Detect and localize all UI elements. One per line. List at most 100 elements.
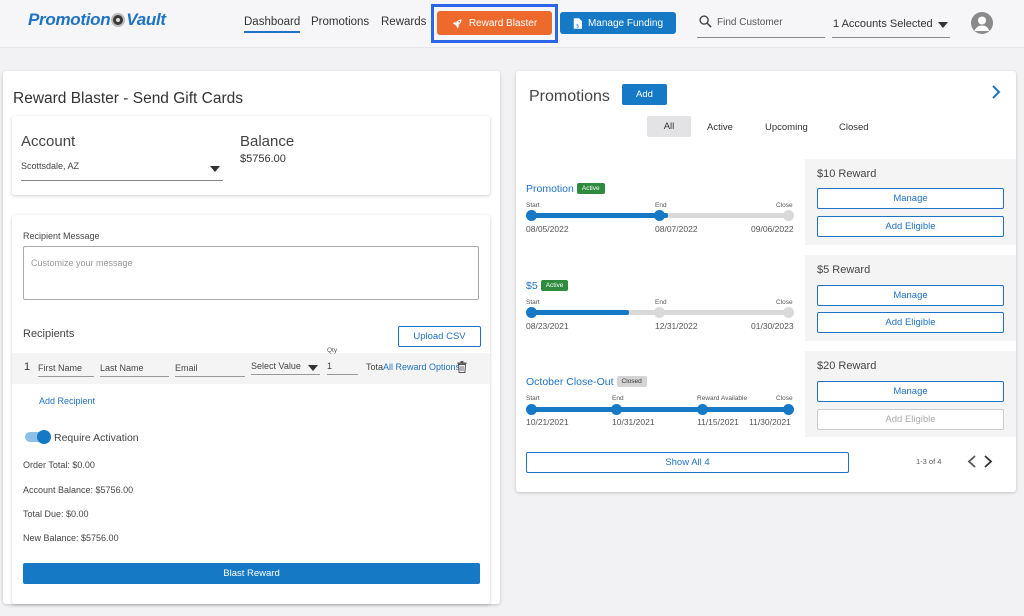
timeline-progress (531, 310, 629, 315)
reward-panel: $20 Reward Manage Add Eligible (805, 351, 1016, 437)
timeline-dot-start (526, 210, 537, 221)
logo-text-left: Promotion (28, 10, 111, 29)
blast-reward-button[interactable]: Blast Reward (23, 563, 480, 584)
manage-button[interactable]: Manage (817, 381, 1004, 402)
trash-icon[interactable] (457, 361, 467, 373)
find-customer-input[interactable] (717, 17, 822, 28)
email-input[interactable]: Email (175, 363, 245, 377)
add-eligible-button[interactable]: Add Eligible (817, 312, 1004, 333)
start-label: Start (526, 202, 540, 209)
accounts-dropdown[interactable]: 1 Accounts Selected (832, 12, 950, 38)
logo[interactable]: Promotion Vault (28, 10, 166, 30)
nav-dashboard[interactable]: Dashboard (244, 16, 301, 33)
end-label: End (655, 202, 667, 209)
reward-value-select[interactable]: Select Value (251, 361, 320, 375)
reward-available-label: Reward Available (697, 395, 748, 402)
new-balance: New Balance: $5756.00 (23, 533, 119, 543)
timeline-dot-close (783, 307, 794, 318)
reward-title: $10 Reward (817, 168, 877, 180)
promotion-name-link[interactable]: Promotion (526, 183, 574, 195)
nav-rewards[interactable]: Rewards (381, 16, 426, 28)
start-date: 08/23/2021 (526, 321, 569, 331)
end-label: End (655, 299, 667, 306)
all-reward-options-link[interactable]: All Reward Options (383, 362, 461, 372)
tab-active[interactable]: Active (707, 122, 733, 133)
tab-upcoming[interactable]: Upcoming (765, 122, 808, 133)
reward-panel: $5 Reward Manage Add Eligible (805, 255, 1016, 341)
qty-label: Qty (327, 347, 338, 354)
document-dollar-icon: $ (573, 17, 582, 29)
upload-csv-button[interactable]: Upload CSV (398, 326, 481, 347)
tab-closed[interactable]: Closed (839, 122, 869, 133)
timeline-dot-start (526, 307, 537, 318)
add-eligible-button[interactable]: Add Eligible (817, 409, 1004, 430)
require-activation-label: Require Activation (54, 432, 139, 444)
recipients-label: Recipients (23, 328, 75, 340)
reward-title: $20 Reward (817, 360, 877, 372)
balance-value: $5756.00 (240, 153, 286, 165)
start-label: Start (526, 395, 540, 402)
user-avatar[interactable] (971, 12, 993, 34)
toggle-knob (37, 430, 51, 444)
chevron-down-icon (308, 365, 318, 371)
end-date: 08/07/2022 (655, 224, 698, 234)
promotion-name-link[interactable]: October Close-Out (526, 376, 614, 388)
chevron-down-icon (210, 166, 220, 172)
start-date: 08/05/2022 (526, 224, 569, 234)
chevron-right-icon[interactable] (991, 84, 1001, 100)
qty-input[interactable]: 1 (327, 361, 358, 375)
tab-all[interactable]: All (647, 116, 691, 137)
timeline-progress (531, 407, 789, 412)
end-date: 10/31/2021 (612, 417, 655, 427)
account-balance: Account Balance: $5756.00 (23, 485, 134, 495)
balance-label: Balance (240, 133, 295, 150)
status-badge: Active (540, 280, 569, 291)
logo-text-right: Vault (126, 10, 166, 29)
timeline-dot-reward (697, 404, 708, 415)
reward-title: $5 Reward (817, 264, 871, 276)
promotions-card: Promotions Add All Active Upcoming Close… (516, 71, 1016, 492)
close-date: 11/30/2021 (749, 417, 791, 427)
promotion-row: Promotion Active (526, 183, 605, 195)
recipient-message-input[interactable]: Customize your message (23, 246, 479, 300)
account-select[interactable]: Scottsdale, AZ (21, 159, 223, 181)
manage-button[interactable]: Manage (817, 285, 1004, 306)
promotion-row: October Close-Out Closed (526, 376, 647, 388)
account-panel: Account Scottsdale, AZ Balance $5756.00 (12, 116, 490, 195)
status-badge: Active (576, 183, 605, 194)
recipient-panel: Recipient Message Customize your message… (12, 215, 490, 604)
end-date: 12/31/2022 (655, 321, 698, 331)
reward-blaster-card: Reward Blaster - Send Gift Cards Account… (3, 71, 500, 604)
accounts-selected-label: 1 Accounts Selected (833, 18, 933, 30)
add-eligible-button[interactable]: Add Eligible (817, 216, 1004, 237)
timeline-dot-close (783, 210, 794, 221)
svg-text:$: $ (576, 23, 579, 29)
promotion-name-link[interactable]: $5 (526, 280, 538, 292)
add-recipient-link[interactable]: Add Recipient (39, 396, 95, 406)
status-badge: Closed (616, 376, 647, 387)
reward-panel: $10 Reward Manage Add Eligible (805, 159, 1016, 245)
search-icon (699, 15, 712, 28)
start-label: Start (526, 299, 540, 306)
chevron-left-icon[interactable] (967, 454, 977, 469)
pagination-count: 1-3 of 4 (916, 457, 942, 466)
show-all-button[interactable]: Show All 4 (526, 452, 849, 473)
chevron-right-icon[interactable] (983, 454, 993, 469)
timeline-dot-start (526, 404, 537, 415)
end-label: End (612, 395, 624, 402)
manage-button[interactable]: Manage (817, 188, 1004, 209)
close-date: 01/30/2023 (751, 321, 794, 331)
user-icon (974, 16, 990, 31)
last-name-input[interactable]: Last Name (100, 363, 169, 377)
customer-search (697, 12, 825, 38)
first-name-input[interactable]: First Name (38, 363, 94, 377)
row-number: 1 (24, 361, 31, 373)
nav-promotions[interactable]: Promotions (311, 16, 369, 28)
recipient-message-label: Recipient Message (23, 231, 100, 241)
timeline-dot-end (611, 404, 622, 415)
manage-funding-button[interactable]: $ Manage Funding (560, 12, 676, 34)
add-promotion-button[interactable]: Add (622, 84, 667, 105)
vault-knob-icon (111, 13, 126, 27)
require-activation-toggle[interactable] (25, 430, 51, 444)
timeline-dot-end (654, 307, 665, 318)
